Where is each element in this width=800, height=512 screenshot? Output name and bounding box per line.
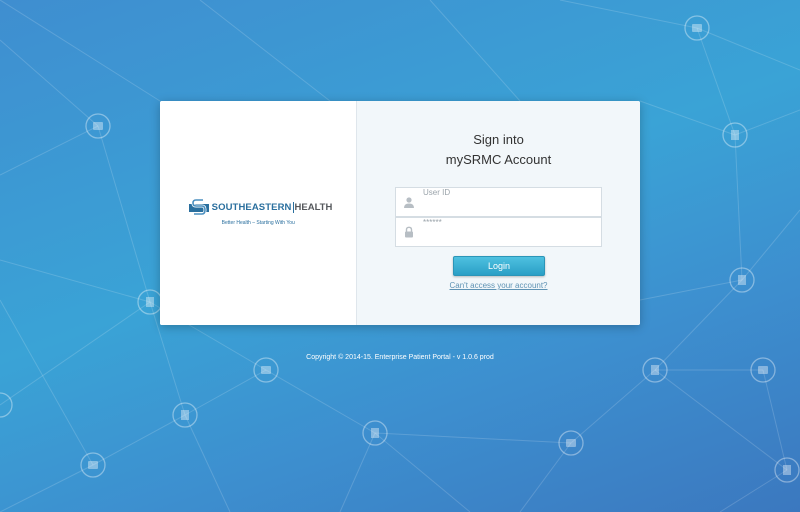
- user-id-input[interactable]: [423, 199, 593, 215]
- logo-divider: [292, 202, 294, 213]
- user-icon: [404, 197, 414, 208]
- copyright-text: Copyright © 2014-15. Enterprise Patient …: [306, 354, 494, 361]
- logo-tagline: Better Health – Starting With You: [221, 219, 295, 226]
- southeastern-health-logo: SOUTHEASTERN HEALTH Better Health – Star…: [188, 197, 333, 226]
- logo-panel: SOUTHEASTERN HEALTH Better Health – Star…: [160, 101, 357, 325]
- password-label: ******: [423, 218, 442, 227]
- user-id-label: User ID: [423, 188, 451, 197]
- password-input[interactable]: [423, 229, 593, 245]
- user-id-field[interactable]: User ID: [395, 187, 602, 217]
- login-title: Sign into mySRMC Account: [357, 130, 640, 170]
- login-title-line2: mySRMC Account: [445, 152, 552, 167]
- southeastern-health-logo-icon: [188, 198, 209, 215]
- logo-name-part1: SOUTHEASTERN: [211, 202, 292, 213]
- login-card: SOUTHEASTERN HEALTH Better Health – Star…: [160, 101, 640, 325]
- login-title-line1: Sign into: [473, 132, 524, 147]
- login-button[interactable]: Login: [453, 256, 545, 276]
- login-form-panel: Sign into mySRMC Account User ID ****** …: [357, 101, 640, 325]
- lock-icon: [405, 226, 413, 238]
- password-field[interactable]: ******: [395, 217, 602, 247]
- logo-name-part2: HEALTH: [294, 202, 333, 213]
- cant-access-account-link[interactable]: Can't access your account?: [357, 281, 640, 290]
